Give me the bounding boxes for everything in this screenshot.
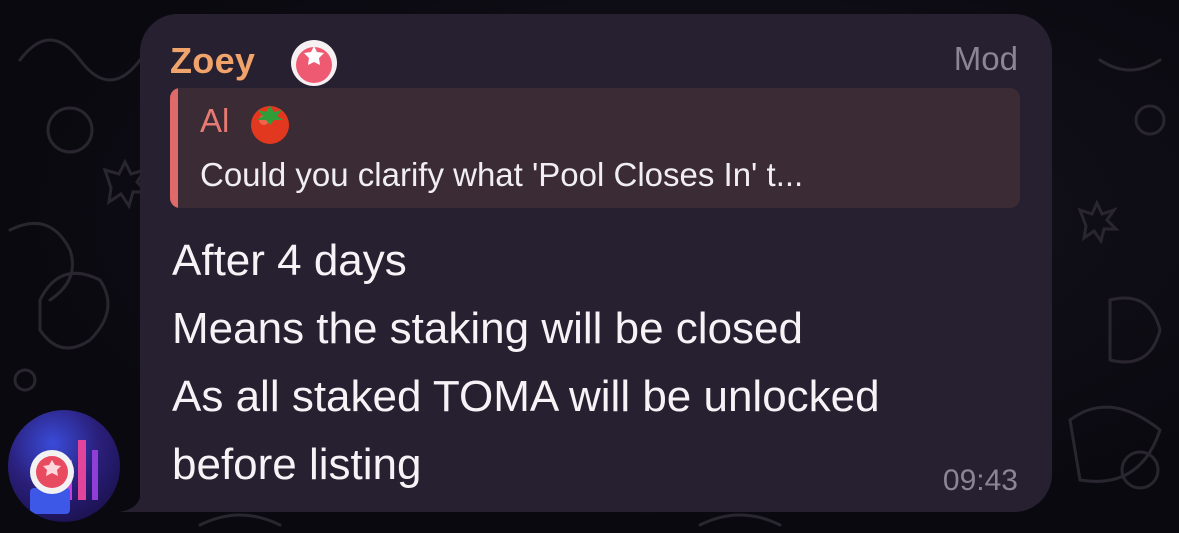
message-line: before listing [172,440,422,489]
reply-author: Al [200,102,230,139]
member-role-label: Mod [953,40,1018,77]
message-line: As all staked TOMA will be unlocked [172,372,880,421]
message-bubble[interactable]: Zoey Mod Al Could you clarify what 'Pool… [140,14,1052,512]
message-line: After 4 days [172,236,407,285]
tomato-icon [251,106,289,144]
reply-quote[interactable]: Al Could you clarify what 'Pool Closes I… [170,88,1020,208]
message-timestamp: 09:43 [942,464,1018,497]
sender-avatar[interactable] [8,410,120,522]
chat-background: Zoey Mod Al Could you clarify what 'Pool… [0,0,1179,533]
message-line: Means the staking will be closed [172,304,803,353]
sender-name[interactable]: Zoey [170,40,255,82]
reply-accent-bar [170,88,178,208]
tomato-badge-icon [291,40,337,86]
avatar-illustration [30,440,98,514]
reply-preview-text: Could you clarify what 'Pool Closes In' … [200,156,804,193]
